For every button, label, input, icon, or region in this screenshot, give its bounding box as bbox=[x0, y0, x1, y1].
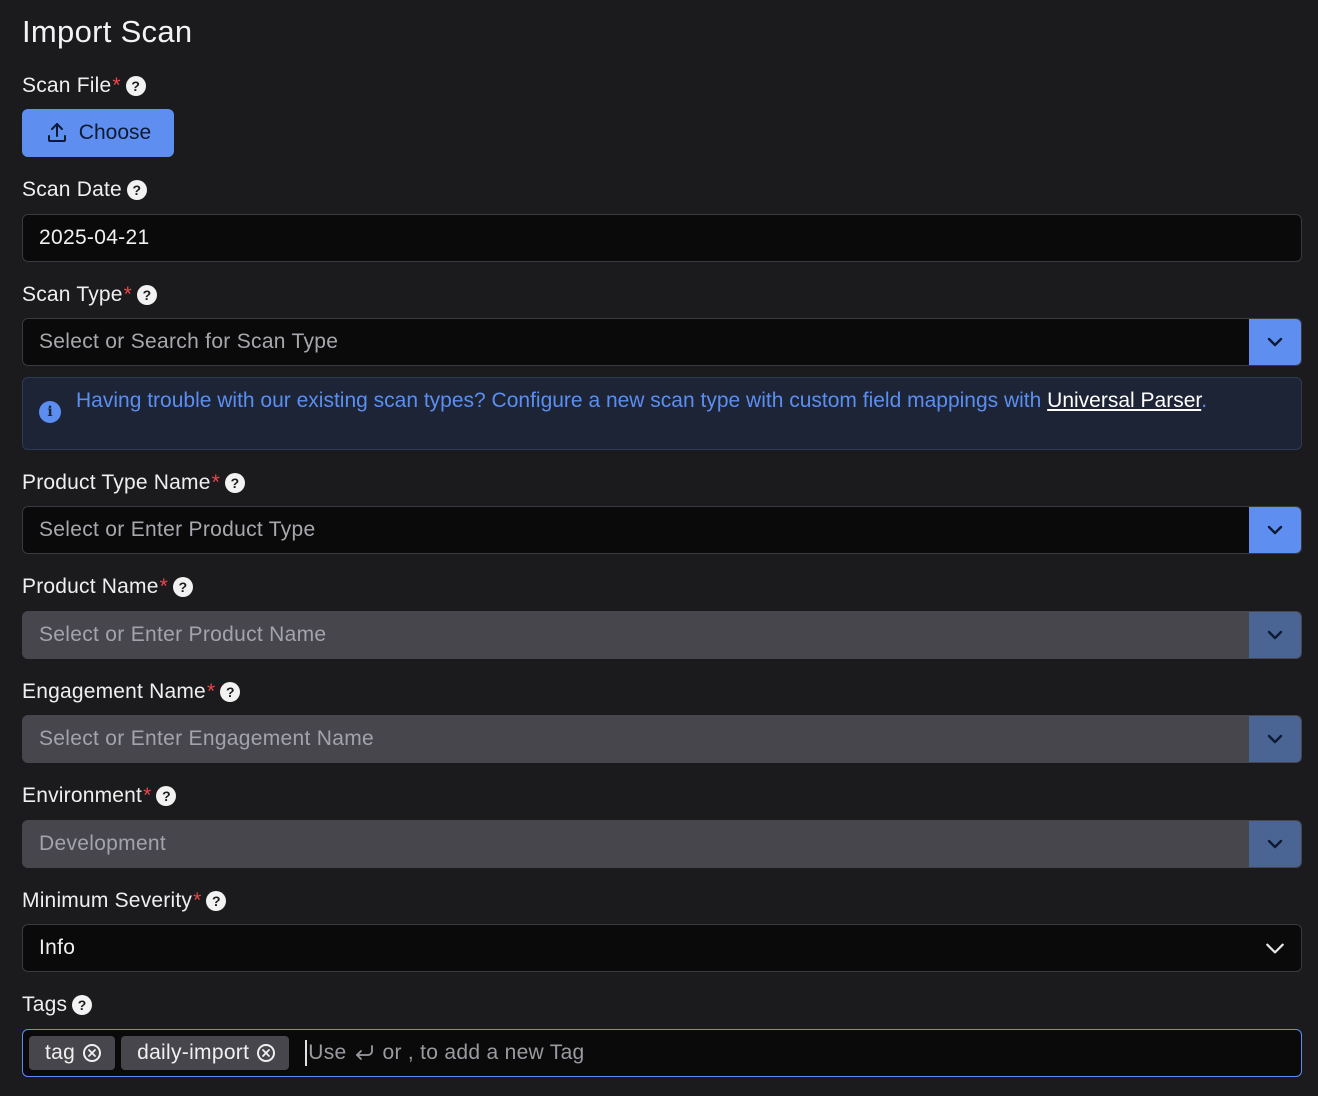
enter-key-icon bbox=[356, 1045, 374, 1060]
required-marker: * bbox=[193, 889, 202, 912]
product-name-placeholder: Select or Enter Product Name bbox=[39, 623, 327, 646]
info-banner: i Having trouble with our existing scan … bbox=[22, 377, 1302, 450]
scan-date-value: 2025-04-21 bbox=[39, 226, 150, 249]
help-icon[interactable]: ? bbox=[126, 180, 147, 200]
tag-hint-suffix: or , to add a new Tag bbox=[382, 1041, 585, 1064]
help-icon[interactable]: ? bbox=[72, 995, 93, 1015]
info-banner-text: Having trouble with our existing scan ty… bbox=[76, 388, 1207, 413]
help-icon[interactable]: ? bbox=[224, 473, 245, 493]
environment-select[interactable]: Development bbox=[22, 820, 1302, 868]
required-marker: * bbox=[123, 283, 133, 306]
product-name-select[interactable]: Select or Enter Product Name bbox=[22, 611, 1302, 659]
chevron-down-icon bbox=[1267, 337, 1283, 347]
new-tag-input[interactable]: Use or , to add a new Tag bbox=[305, 1040, 584, 1066]
universal-parser-link[interactable]: Universal Parser bbox=[1047, 389, 1201, 412]
scan-type-dropdown-button[interactable] bbox=[1249, 319, 1301, 365]
required-marker: * bbox=[159, 575, 168, 598]
info-icon: i bbox=[39, 401, 61, 423]
product-type-label-text: Product Type Name bbox=[22, 471, 211, 494]
scan-file-label-text: Scan File bbox=[22, 74, 112, 97]
product-name-label: Product Name * ? bbox=[22, 575, 193, 599]
chevron-down-icon bbox=[1266, 943, 1284, 954]
required-marker: * bbox=[206, 680, 216, 703]
upload-icon bbox=[47, 123, 66, 142]
chevron-down-icon bbox=[1267, 839, 1283, 849]
tags-input[interactable]: tag daily-import Use or , to add a new T… bbox=[22, 1029, 1302, 1077]
environment-dropdown-button[interactable] bbox=[1249, 821, 1301, 867]
tag-chip: tag bbox=[29, 1036, 116, 1070]
product-name-dropdown-button[interactable] bbox=[1249, 612, 1301, 658]
scan-date-input[interactable]: 2025-04-21 bbox=[22, 214, 1302, 262]
choose-file-button[interactable]: Choose bbox=[22, 109, 174, 157]
scan-date-label: Scan Date ? bbox=[22, 178, 147, 202]
scan-type-label: Scan Type * ? bbox=[22, 283, 158, 307]
engagement-name-label: Engagement Name * ? bbox=[22, 680, 241, 704]
engagement-name-dropdown-button[interactable] bbox=[1249, 716, 1301, 762]
product-type-placeholder: Select or Enter Product Type bbox=[39, 518, 316, 541]
engagement-name-placeholder: Select or Enter Engagement Name bbox=[39, 727, 374, 750]
help-icon[interactable]: ? bbox=[156, 786, 177, 806]
info-banner-suffix: . bbox=[1201, 389, 1208, 412]
scan-type-label-text: Scan Type bbox=[22, 283, 123, 306]
chevron-down-icon bbox=[1267, 525, 1283, 535]
minimum-severity-label-text: Minimum Severity bbox=[22, 889, 193, 912]
help-icon[interactable]: ? bbox=[125, 76, 146, 96]
tags-label-text: Tags bbox=[22, 993, 68, 1016]
required-marker: * bbox=[211, 471, 220, 494]
product-type-select[interactable]: Select or Enter Product Type bbox=[22, 506, 1302, 554]
tag-chip-label: daily-import bbox=[137, 1041, 250, 1064]
tag-chip-label: tag bbox=[45, 1041, 76, 1064]
product-type-dropdown-button[interactable] bbox=[1249, 507, 1301, 553]
required-marker: * bbox=[112, 74, 121, 97]
scan-file-label: Scan File * ? bbox=[22, 74, 146, 98]
close-circle-icon[interactable] bbox=[257, 1044, 276, 1062]
environment-value: Development bbox=[39, 832, 167, 855]
engagement-name-label-text: Engagement Name bbox=[22, 680, 206, 703]
help-icon[interactable]: ? bbox=[206, 891, 227, 911]
help-icon[interactable]: ? bbox=[173, 577, 193, 597]
minimum-severity-label: Minimum Severity * ? bbox=[22, 889, 227, 913]
product-name-label-text: Product Name bbox=[22, 575, 159, 598]
minimum-severity-select[interactable]: Info bbox=[22, 924, 1302, 972]
environment-label: Environment * ? bbox=[22, 784, 177, 808]
tag-hint-prefix: Use bbox=[308, 1041, 347, 1064]
scan-type-placeholder: Select or Search for Scan Type bbox=[39, 330, 339, 353]
help-icon[interactable]: ? bbox=[220, 682, 241, 702]
engagement-name-select[interactable]: Select or Enter Engagement Name bbox=[22, 715, 1302, 763]
page-title: Import Scan bbox=[22, 14, 193, 49]
scan-type-select[interactable]: Select or Search for Scan Type bbox=[22, 318, 1302, 366]
tag-chip: daily-import bbox=[121, 1036, 290, 1070]
minimum-severity-value: Info bbox=[39, 936, 76, 959]
close-circle-icon[interactable] bbox=[83, 1044, 102, 1062]
info-banner-message: Having trouble with our existing scan ty… bbox=[76, 389, 1042, 412]
choose-button-label: Choose bbox=[78, 121, 152, 144]
scan-date-label-text: Scan Date bbox=[22, 178, 122, 201]
help-icon[interactable]: ? bbox=[137, 285, 158, 305]
product-type-label: Product Type Name * ? bbox=[22, 471, 245, 495]
chevron-down-icon bbox=[1267, 734, 1283, 744]
required-marker: * bbox=[143, 784, 152, 807]
environment-label-text: Environment bbox=[22, 784, 143, 807]
chevron-down-icon bbox=[1267, 630, 1283, 640]
minimum-severity-dropdown-button[interactable] bbox=[1249, 925, 1301, 971]
tags-label: Tags ? bbox=[22, 993, 93, 1017]
